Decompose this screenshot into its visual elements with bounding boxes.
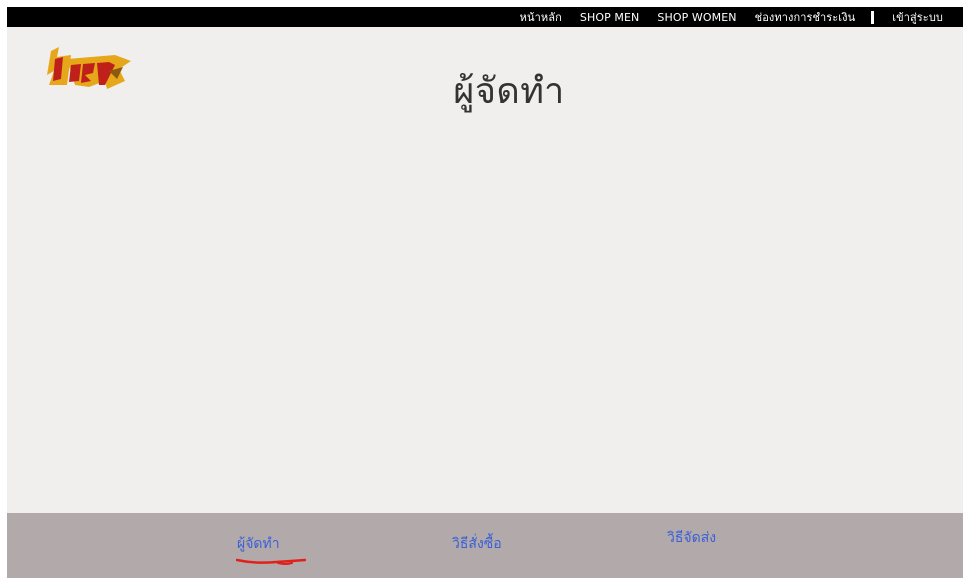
nav-home-link[interactable]: หน้าหลัก (520, 8, 562, 26)
top-nav: หน้าหลัก SHOP MEN SHOP WOMEN ช่องทางการช… (502, 7, 943, 27)
nav-shop-women-link[interactable]: SHOP WOMEN (657, 11, 736, 24)
page-frame: หน้าหลัก SHOP MEN SHOP WOMEN ช่องทางการช… (7, 7, 963, 578)
footer-link-shipping[interactable]: วิธีจัดส่ง (667, 527, 716, 549)
page-title: ผู้จัดทำ (453, 71, 565, 112)
footer-link-creators[interactable]: ผู้จัดทำ (237, 533, 280, 555)
active-link-underline (236, 558, 306, 565)
footer-link-how-to-order[interactable]: วิธีสั่งซื้อ (452, 533, 502, 555)
nav-shop-men-link[interactable]: SHOP MEN (580, 11, 640, 24)
footer-bar: ผู้จัดทำ วิธีสั่งซื้อ วิธีจัดส่ง (7, 513, 963, 578)
nav-payment-link[interactable]: ช่องทางการชำระเงิน (755, 8, 856, 26)
login-link[interactable]: เข้าสู่ระบบ (892, 8, 943, 26)
nav-divider (871, 10, 875, 24)
top-navigation-bar: หน้าหลัก SHOP MEN SHOP WOMEN ช่องทางการช… (7, 7, 963, 27)
